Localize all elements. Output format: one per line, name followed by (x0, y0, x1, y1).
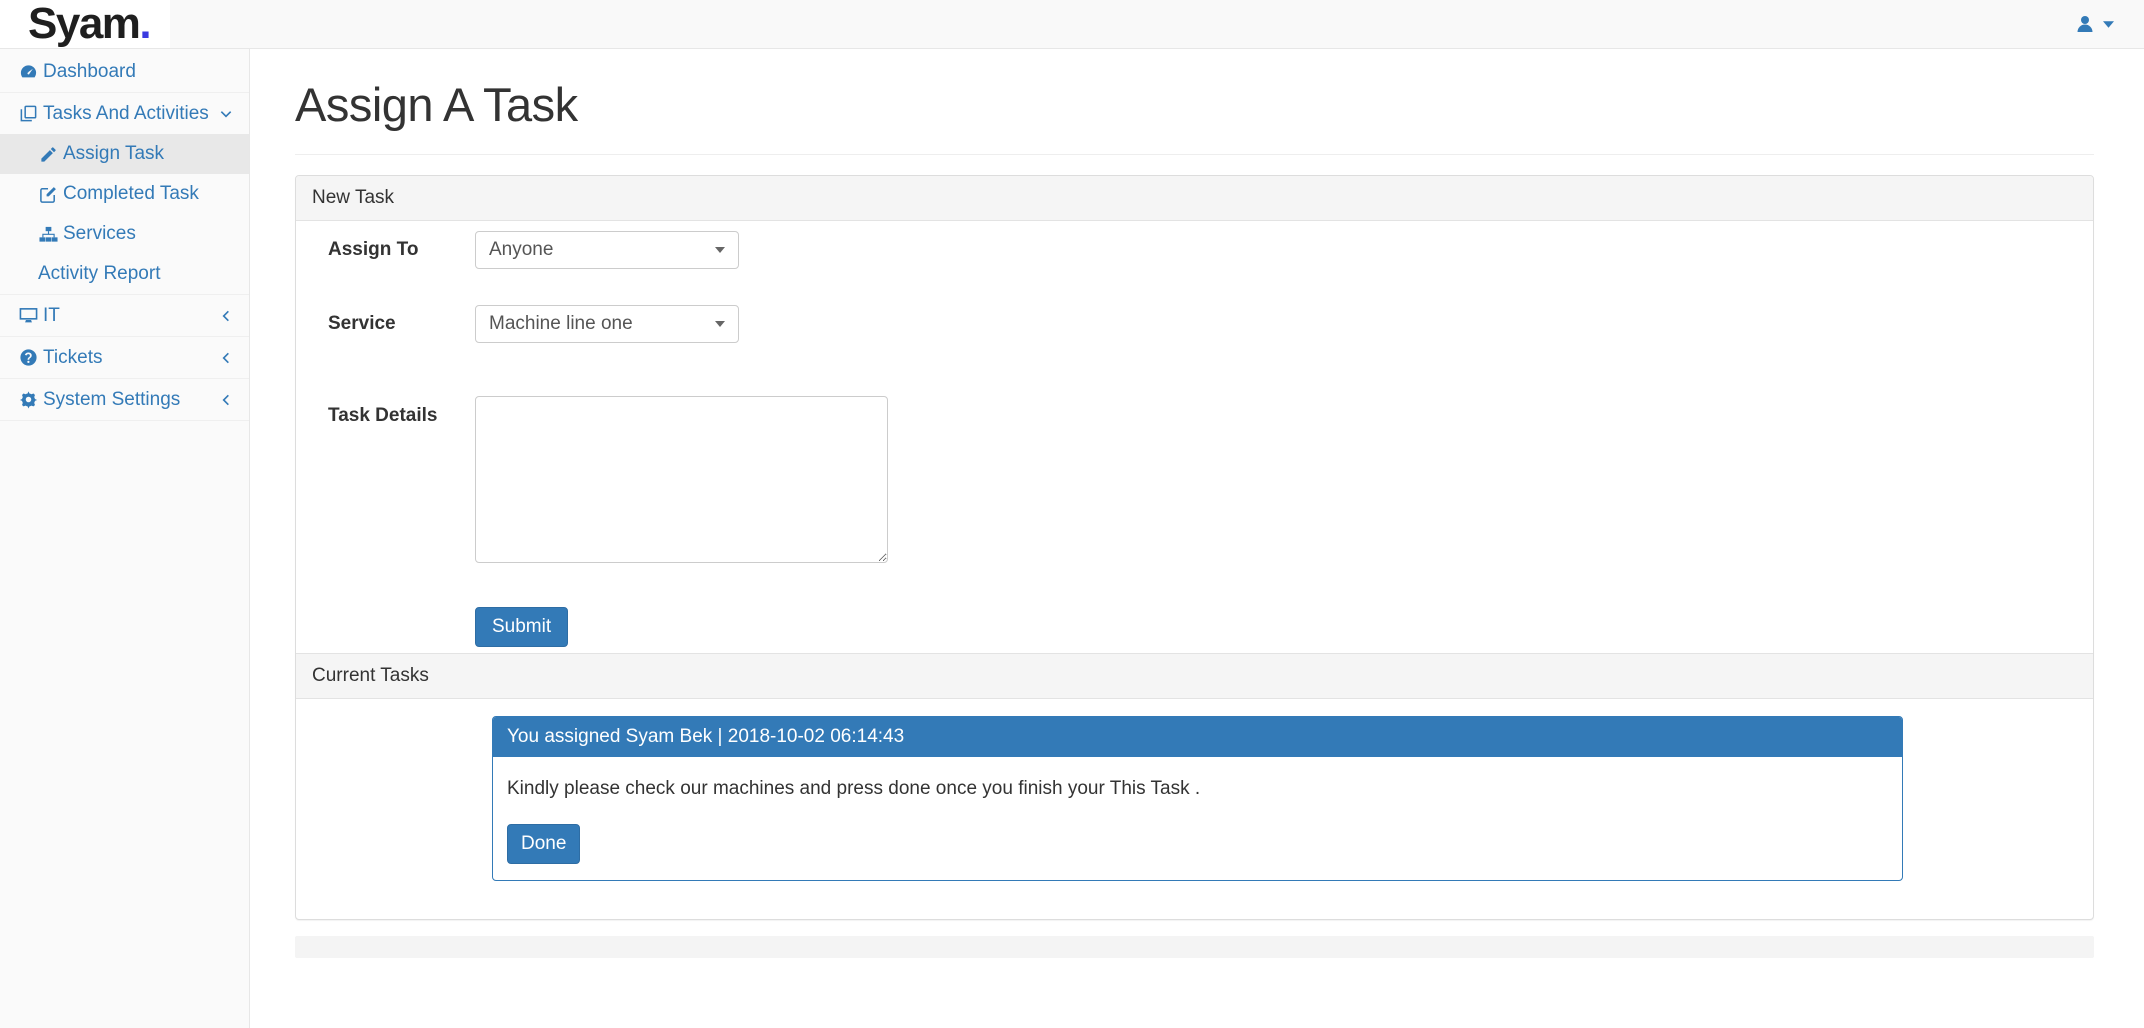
question-circle-icon (18, 348, 38, 368)
sidebar-item-tasks-and-activities[interactable]: Tasks And Activities (0, 93, 249, 134)
sidebar-item-tickets[interactable]: Tickets (0, 337, 249, 378)
sidebar-item-activity-report[interactable]: Activity Report (0, 254, 249, 294)
pencil-icon (38, 144, 58, 164)
user-icon (2075, 14, 2095, 34)
sidebar-item-assign-task[interactable]: Assign Task (0, 134, 249, 174)
select-caret-icon (715, 247, 725, 253)
chevron-down-icon (219, 107, 233, 121)
current-tasks-list: You assigned Syam Bek | 2018-10-02 06:14… (296, 699, 2093, 919)
task-details-textarea[interactable] (475, 396, 888, 563)
sidebar-item-system-settings[interactable]: System Settings (0, 379, 249, 420)
dashboard-icon (18, 62, 38, 82)
brand-name: Syam (28, 0, 141, 48)
sidebar-item-it[interactable]: IT (0, 295, 249, 336)
caret-down-icon (2103, 20, 2114, 28)
submit-button[interactable]: Submit (475, 607, 569, 647)
submit-row: Submit (475, 607, 2061, 647)
task-details-text: Kindly please check our machines and pre… (507, 778, 1201, 799)
brand-logo[interactable]: Syam. (0, 0, 171, 48)
assign-to-label: Assign To (328, 239, 419, 260)
service-label: Service (328, 313, 396, 334)
sitemap-icon (38, 224, 58, 244)
sidebar-item-completed-task[interactable]: Completed Task (0, 174, 249, 214)
done-button[interactable]: Done (507, 824, 581, 864)
service-selected-value: Machine line one (489, 313, 633, 334)
task-details-label: Task Details (328, 405, 438, 426)
new-task-form: Assign To Anyone Service Machine line on… (296, 221, 2093, 653)
desktop-icon (18, 306, 38, 326)
top-navbar: Syam. (0, 0, 2144, 49)
service-row: Service Machine line one (328, 305, 2061, 343)
sidebar-item-services[interactable]: Services (0, 214, 249, 254)
footer-bar (295, 936, 2094, 958)
chevron-left-icon (219, 393, 233, 407)
sidebar-item-label: Tasks And Activities (43, 102, 209, 124)
user-menu[interactable] (2075, 14, 2144, 34)
task-card-header: You assigned Syam Bek | 2018-10-02 06:14… (493, 717, 1902, 757)
brand-dot: . (139, 0, 151, 48)
sidebar-item-label: Activity Report (38, 263, 161, 284)
edit-icon (38, 184, 58, 204)
sidebar-item-label: IT (43, 304, 60, 326)
sidebar: Dashboard Tasks And Activities Assign Ta… (0, 49, 250, 1028)
service-select[interactable]: Machine line one (475, 305, 739, 343)
main-content: Assign A Task New Task Assign To Anyone … (250, 49, 2144, 1028)
assign-to-row: Assign To Anyone (328, 231, 2061, 269)
chevron-left-icon (219, 309, 233, 323)
chevron-left-icon (219, 351, 233, 365)
task-card: You assigned Syam Bek | 2018-10-02 06:14… (492, 716, 1903, 881)
page-title: Assign A Task (295, 77, 2094, 155)
sidebar-item-label: Tickets (43, 346, 103, 368)
select-caret-icon (715, 321, 725, 327)
tasks-icon (18, 104, 38, 124)
sidebar-item-label: Completed Task (63, 183, 199, 204)
task-card-body: Kindly please check our machines and pre… (493, 757, 1902, 880)
gear-icon (18, 390, 38, 410)
assign-to-selected-value: Anyone (489, 239, 554, 260)
sidebar-item-dashboard[interactable]: Dashboard (0, 51, 249, 92)
sidebar-item-label: Services (63, 223, 136, 244)
assign-to-select[interactable]: Anyone (475, 231, 739, 269)
sidebar-item-label: Assign Task (63, 143, 165, 164)
sidebar-item-label: System Settings (43, 388, 181, 410)
tasks-panel: New Task Assign To Anyone Service Machin… (295, 175, 2094, 920)
new-task-heading: New Task (296, 176, 2093, 221)
task-details-row: Task Details (328, 396, 2061, 563)
current-tasks-heading: Current Tasks (296, 653, 2093, 699)
sidebar-item-label: Dashboard (43, 60, 136, 82)
